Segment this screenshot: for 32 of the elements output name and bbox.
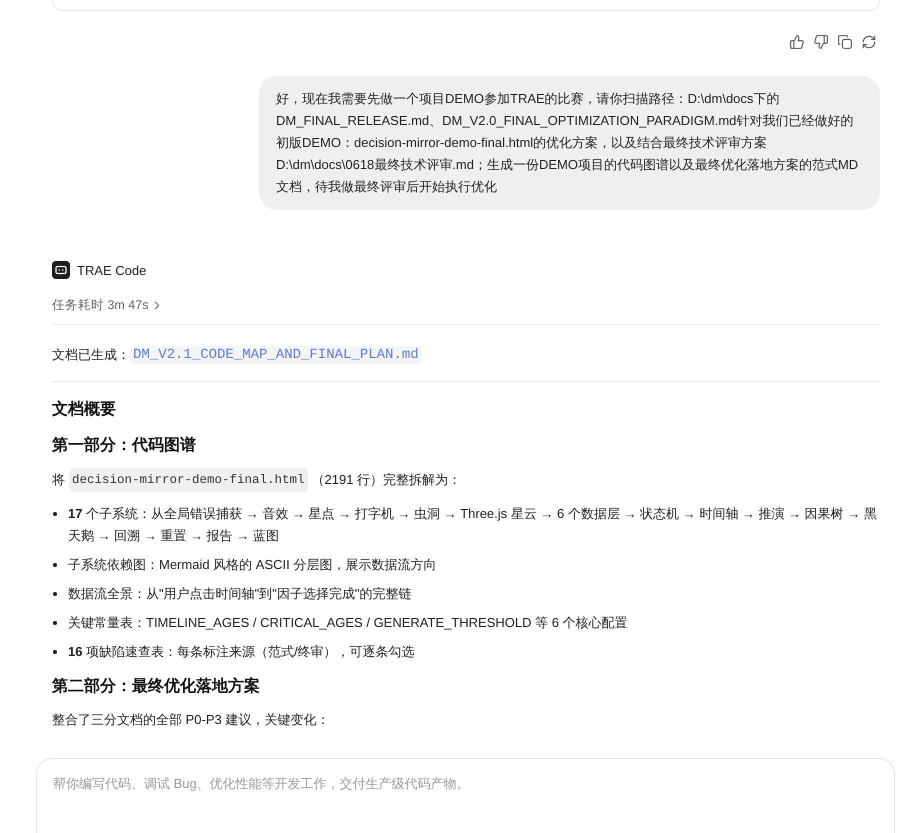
copy-button[interactable] [835,32,855,52]
paragraph-text: （2191 行）完整拆解为： [312,471,462,489]
refresh-icon [862,35,876,49]
inline-code: decision-mirror-demo-final.html [69,468,308,492]
paragraph-text: 将 [52,471,65,489]
bullet-icon [53,650,57,654]
message-input[interactable]: 帮你编写代码、调试 Bug、优化性能等开发工作，交付生产级代码产物。 [36,758,895,833]
bullet-icon [53,512,57,516]
list-item-text: 关键常量表：TIMELINE_AGES / CRITICAL_AGES / GENERATE_THRESHOLD 等 6 个核心配置 [68,614,628,632]
paragraph-text: 整合了三分文档的全部 P0-P3 建议，关键变化： [52,711,330,729]
copy-icon [838,35,852,49]
task-duration-toggle[interactable]: 任务耗时 3m 47s [52,295,160,315]
bullet-icon [53,563,57,567]
list-item-text: 子系统依赖图：Mermaid 风格的 ASCII 分层图，展示数据流方向 [68,556,436,574]
file-name-chip[interactable]: DM_V2.1_CODE_MAP_AND_FINAL_PLAN.md [130,346,422,364]
list-item-text: 16 项缺陷速查表：每条标注来源（范式/终审），可逐条勾选 [68,643,415,661]
bullet-icon [53,592,57,596]
logo-icon [52,261,70,279]
chevron-right-icon [154,300,160,310]
section-heading: 第一部分：代码图谱 [52,435,197,456]
thumbs-up-icon [790,35,804,49]
user-message-bubble: 好，现在我需要先做一个项目DEMO参加TRAE的比赛，请你扫描路径：D:\dm\docs下的DM_FINAL_RELEASE.md、DM_V2.0_FINAL_OPTIMIZATION_PARADIGM.md针对我们已经做好的初版DEMO：decision-mirror-demo-final.html的优化方案，以及结合最终技术评审方案D:\dm\docs\0618最终技术评审.md；生成一份DEMO项目的代码图谱以及最终优化落地方案的范式MD文档，待我做最终评审后开始执行优化 [259,76,880,210]
thumbs-down-icon [814,35,828,49]
list-item-text: 数据流全景：从"用户点击时间轴"到"因子选择完成"的完整链 [68,585,412,603]
like-button[interactable] [787,32,807,52]
bullet-icon [53,621,57,625]
dislike-button[interactable] [811,32,831,52]
generated-label: 文档已生成： [52,346,130,364]
section-heading: 第二部分：最终优化落地方案 [52,676,261,697]
section-heading: 文档概要 [52,399,117,420]
list-item-text: 17 个子系统：从全局错误捕获 → 音效 → 星点 → 打字机 → 虫洞 → Three.js 星云 → 6 个数据层 → 状态机 → 时间轴 → 推演 → 因果树 → 黑天鹅 → 回溯 → 重置 → 报告 → 蓝图 [68,505,878,545]
agent-name: TRAE Code [77,262,146,278]
